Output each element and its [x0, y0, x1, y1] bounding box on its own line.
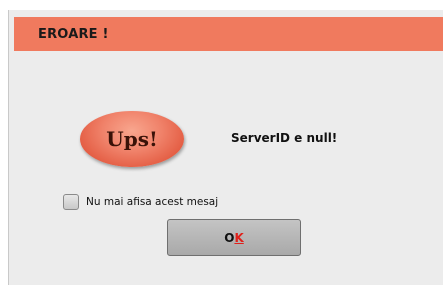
dialog-title-bar[interactable]: EROARE ! [14, 17, 443, 51]
dont-show-again-checkbox[interactable] [63, 194, 79, 210]
ok-button-label: OK [224, 231, 244, 245]
error-badge-icon: Ups! [80, 111, 184, 167]
error-badge-text: Ups! [106, 127, 158, 151]
error-message: ServerID e null! [231, 131, 338, 145]
dont-show-again-label[interactable]: Nu mai afisa acest mesaj [86, 196, 218, 208]
dont-show-again-row[interactable]: Nu mai afisa acest mesaj [63, 194, 218, 210]
error-dialog: EROARE ! Ups! ServerID e null! Nu mai af… [8, 10, 443, 285]
ok-button[interactable]: OK [167, 219, 301, 256]
dialog-title: EROARE ! [38, 26, 109, 42]
ok-button-label-main: O [224, 230, 235, 245]
ok-button-accelerator: K [234, 230, 244, 245]
